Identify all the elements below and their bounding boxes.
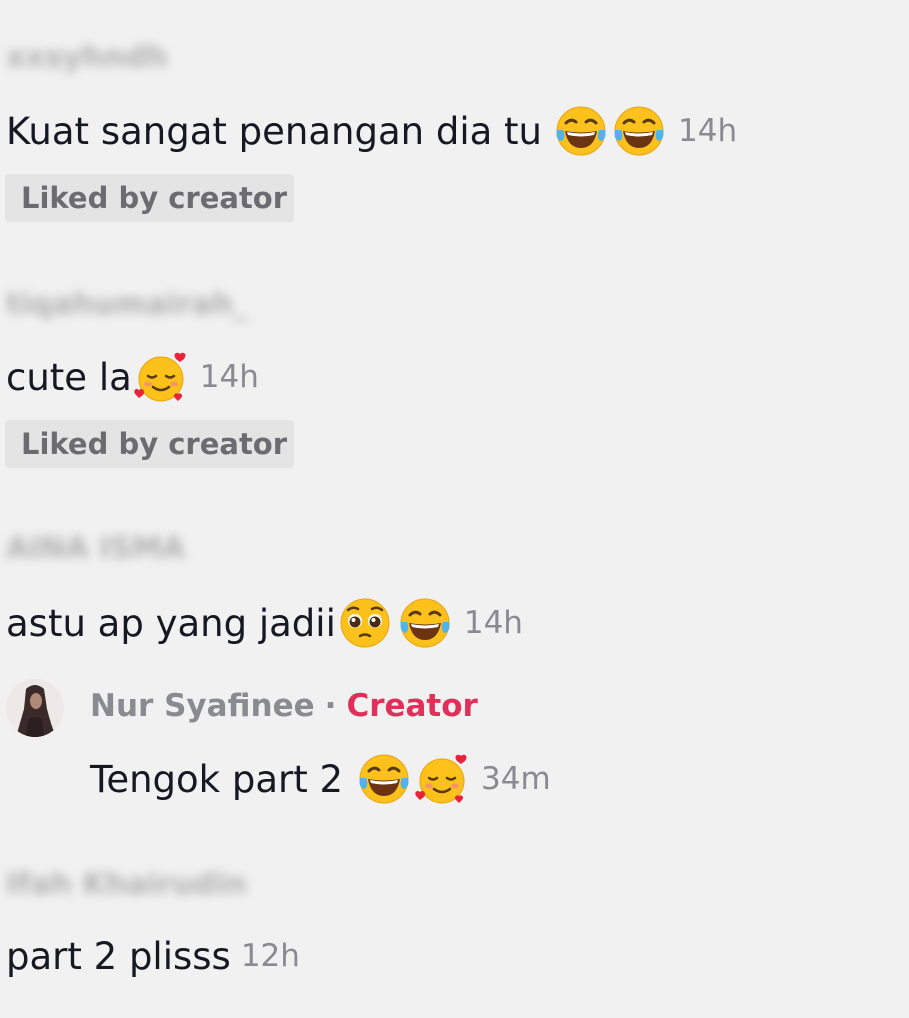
reply-time: 34m xyxy=(481,760,551,797)
comment-username[interactable]: AINA ISMA xyxy=(6,531,185,566)
comment-username[interactable]: xxsyhndh xyxy=(6,40,168,75)
joy-emoji-icon xyxy=(612,104,666,158)
comment-username[interactable]: tiqahumairah_ xyxy=(6,287,248,322)
creator-label: Creator xyxy=(346,688,478,724)
joy-emoji-icon xyxy=(357,752,411,806)
comment-time: 14h xyxy=(463,604,523,641)
liked-by-creator-badge: Liked by creator xyxy=(5,174,294,222)
creator-avatar[interactable] xyxy=(6,679,64,737)
joy-emoji-icon xyxy=(398,596,452,650)
comment-time: 14h xyxy=(678,112,738,149)
reply-text-row: Tengok part 2 34m xyxy=(90,752,551,806)
comment-text: cute la xyxy=(6,355,132,399)
liked-by-creator-badge: Liked by creator xyxy=(5,420,294,468)
comment-text-row: Kuat sangat penangan dia tu 14h xyxy=(6,104,737,158)
comment-text-row: cute la 14h xyxy=(6,350,259,404)
smiling-hearts-emoji-icon xyxy=(415,752,469,806)
comments-panel: xxsyhndh Kuat sangat penangan dia tu 14h… xyxy=(0,0,909,1018)
comment-time: 14h xyxy=(199,358,259,395)
comment-text-row: part 2 plisss 12h xyxy=(6,938,300,975)
comment-text: astu ap yang jadii xyxy=(6,601,336,645)
smiling-hearts-emoji-icon xyxy=(134,350,188,404)
comment-text: Kuat sangat penangan dia tu xyxy=(6,109,542,153)
comment-text: part 2 plisss xyxy=(6,935,231,978)
pleading-emoji-icon xyxy=(338,596,392,650)
comment-username[interactable]: Ifah Khairudin xyxy=(6,867,247,902)
reply-text: Tengok part 2 xyxy=(90,757,344,801)
comment-text-row: astu ap yang jadii 14h xyxy=(6,596,523,650)
reply-header: Nur Syafinee · Creator xyxy=(90,688,478,724)
reply-author-name[interactable]: Nur Syafinee xyxy=(90,688,315,724)
comment-time: 12h xyxy=(240,938,300,974)
reply-separator: · xyxy=(324,688,337,724)
joy-emoji-icon xyxy=(554,104,608,158)
